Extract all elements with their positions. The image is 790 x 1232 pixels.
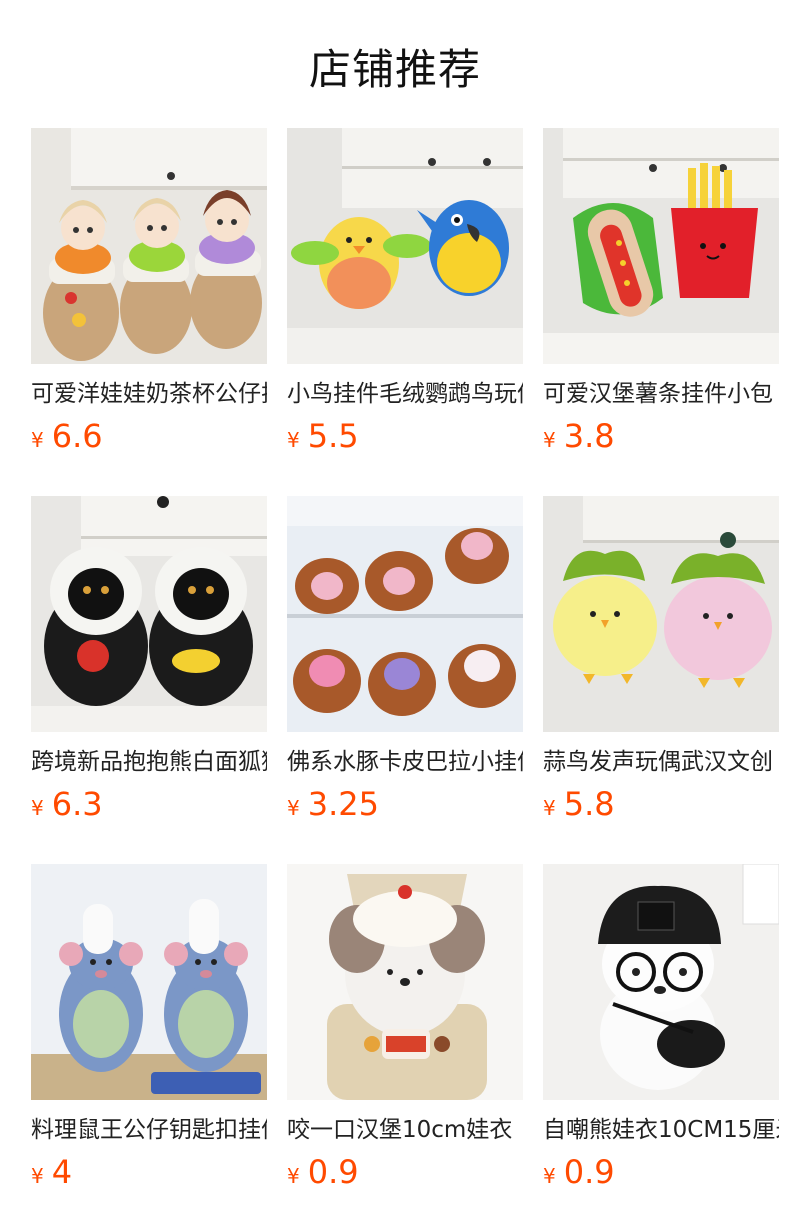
product-image[interactable]	[543, 128, 779, 364]
product-price: ¥3.8	[543, 416, 779, 456]
bear-doll-outfit-image	[543, 864, 779, 1100]
price-value: 3.25	[307, 785, 379, 823]
page-title: 店铺推荐	[308, 45, 481, 94]
currency-symbol: ¥	[287, 796, 300, 820]
product-price: ¥0.9	[287, 1152, 523, 1192]
product-name[interactable]: 佛系水豚卡皮巴拉小挂件	[287, 746, 523, 778]
product-price: ¥6.6	[31, 416, 267, 456]
product-name[interactable]: 蒜鸟发声玩偶武汉文创	[543, 746, 779, 778]
price-value: 0.9	[563, 1153, 615, 1191]
product-image[interactable]	[543, 496, 779, 732]
product-price: ¥3.25	[287, 784, 523, 824]
product-card[interactable]: 可爱洋娃娃奶茶杯公仔挂件 ¥6.6	[31, 128, 267, 456]
currency-symbol: ¥	[31, 428, 44, 452]
hotdog-fries-plush-image	[543, 128, 779, 364]
product-card[interactable]: 可爱汉堡薯条挂件小包 ¥3.8	[543, 128, 779, 456]
product-card[interactable]: 小鸟挂件毛绒鹦鹉鸟玩偶 ¥5.5	[287, 128, 523, 456]
product-price: ¥6.3	[31, 784, 267, 824]
product-image[interactable]	[287, 864, 523, 1100]
currency-symbol: ¥	[543, 796, 556, 820]
price-value: 4	[51, 1153, 73, 1191]
currency-symbol: ¥	[287, 428, 300, 452]
ratatouille-rat-plush-image	[31, 864, 267, 1100]
product-price: ¥5.8	[543, 784, 779, 824]
product-name[interactable]: 可爱洋娃娃奶茶杯公仔挂件	[31, 378, 267, 410]
black-white-monkey-plush-image	[31, 496, 267, 732]
garlic-bird-plush-image	[543, 496, 779, 732]
currency-symbol: ¥	[287, 1164, 300, 1188]
price-value: 5.8	[563, 785, 615, 823]
product-image[interactable]	[31, 128, 267, 364]
currency-symbol: ¥	[543, 1164, 556, 1188]
price-value: 5.5	[307, 417, 359, 455]
price-value: 0.9	[307, 1153, 359, 1191]
product-image[interactable]	[31, 864, 267, 1100]
product-image[interactable]	[543, 864, 779, 1100]
product-name[interactable]: 可爱汉堡薯条挂件小包	[543, 378, 779, 410]
product-name[interactable]: 小鸟挂件毛绒鹦鹉鸟玩偶	[287, 378, 523, 410]
product-card[interactable]: 料理鼠王公仔钥匙扣挂件 ¥4	[31, 864, 267, 1192]
product-card[interactable]: 咬一口汉堡10cm娃衣 ¥0.9	[287, 864, 523, 1192]
product-name[interactable]: 自嘲熊娃衣10CM15厘米	[543, 1114, 779, 1146]
capybara-plush-image	[287, 496, 523, 732]
doll-milk-tea-cup-image	[31, 128, 267, 364]
price-value: 3.8	[563, 417, 615, 455]
price-value: 6.3	[51, 785, 103, 823]
product-image[interactable]	[31, 496, 267, 732]
price-value: 6.6	[51, 417, 103, 455]
product-card[interactable]: 蒜鸟发声玩偶武汉文创 ¥5.8	[543, 496, 779, 824]
product-name[interactable]: 料理鼠王公仔钥匙扣挂件	[31, 1114, 267, 1146]
product-image[interactable]	[287, 496, 523, 732]
product-name[interactable]: 跨境新品抱抱熊白面狐猴	[31, 746, 267, 778]
currency-symbol: ¥	[31, 1164, 44, 1188]
product-card[interactable]: 佛系水豚卡皮巴拉小挂件 ¥3.25	[287, 496, 523, 824]
product-price: ¥5.5	[287, 416, 523, 456]
product-price: ¥4	[31, 1152, 267, 1192]
currency-symbol: ¥	[543, 428, 556, 452]
product-name[interactable]: 咬一口汉堡10cm娃衣	[287, 1114, 523, 1146]
product-price: ¥0.9	[543, 1152, 779, 1192]
product-card[interactable]: 跨境新品抱抱熊白面狐猴 ¥6.3	[31, 496, 267, 824]
burger-doll-outfit-image	[287, 864, 523, 1100]
product-image[interactable]	[287, 128, 523, 364]
currency-symbol: ¥	[31, 796, 44, 820]
product-card[interactable]: 自嘲熊娃衣10CM15厘米 ¥0.9	[543, 864, 779, 1192]
bird-parrot-plush-image	[287, 128, 523, 364]
